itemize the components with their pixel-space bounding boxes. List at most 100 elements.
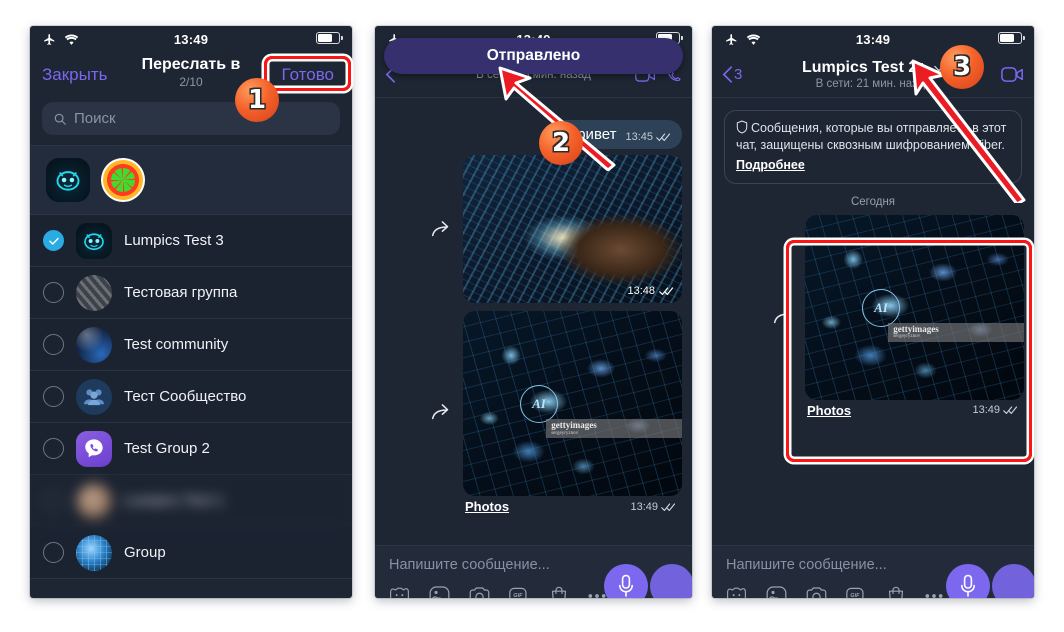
checkbox[interactable] <box>43 386 64 407</box>
message-meta: 13:48 <box>627 285 674 297</box>
forward-arrow-icon[interactable] <box>431 220 453 238</box>
selected-avatar-lime[interactable] <box>101 158 145 202</box>
sticker-icon[interactable] <box>389 587 410 598</box>
close-button[interactable]: Закрыть <box>42 65 107 85</box>
list-item-label: Тест Сообщество <box>124 388 247 405</box>
learn-more-link[interactable]: Подробнее <box>736 157 1010 174</box>
watermark: gettyimages sergeyryzhov <box>546 419 682 438</box>
checkbox[interactable] <box>43 490 64 511</box>
microphone-icon <box>961 574 975 597</box>
list-item[interactable]: Тестовая группа <box>30 267 352 319</box>
media-bubble[interactable]: AI gettyimages sergeyryzhov <box>805 214 1024 400</box>
battery-icon <box>998 31 1025 47</box>
list-item-label: Lumpics Test 1 <box>124 492 224 509</box>
avatar <box>76 222 112 259</box>
list-item-label: Тестовая группа <box>124 284 238 301</box>
message-composer: Напишите сообщение... GIF <box>712 545 1034 598</box>
viber-icon <box>85 438 103 457</box>
gif-icon[interactable]: GIF <box>846 587 868 599</box>
photo-icon[interactable] <box>429 586 450 598</box>
media-caption: Photos 13:49 <box>805 400 1024 418</box>
gif-icon[interactable]: GIF <box>509 587 531 599</box>
media-bubble[interactable]: 13:48 <box>463 155 682 303</box>
avatar <box>76 534 112 571</box>
checkbox[interactable] <box>43 282 64 303</box>
avatar <box>76 274 112 311</box>
step-badge-2: 2 <box>539 121 583 165</box>
message-media-outgoing[interactable]: AI gettyimages sergeyryzhov Photos 13:49 <box>375 311 692 514</box>
search-wrapper: Поиск <box>30 98 352 145</box>
battery-icon <box>316 31 343 47</box>
shop-icon[interactable] <box>550 586 568 598</box>
read-receipt-icon <box>656 133 671 142</box>
list-item[interactable]: Test Group 2 <box>30 423 352 475</box>
chat-header-actions <box>1001 66 1024 83</box>
search-input[interactable]: Поиск <box>42 102 340 135</box>
status-bar-time: 13:49 <box>855 31 891 47</box>
message-time: 13:49 <box>630 500 658 513</box>
ai-circle-graphic: AI <box>861 288 900 327</box>
camera-icon[interactable] <box>469 586 490 599</box>
message-composer: Напишите сообщение... GIF <box>375 545 692 598</box>
list-item[interactable]: Тест Сообщество <box>30 371 352 423</box>
message-meta: 13:45 <box>625 131 671 143</box>
selected-avatar-cyanogen[interactable] <box>46 158 90 202</box>
media-caption: Photos 13:49 <box>463 496 682 514</box>
chat-body: Привет 13:45 13:48 AI gettyimages sergey… <box>375 98 692 545</box>
step-badge-3-label: 3 <box>952 52 972 82</box>
back-button[interactable]: 3 <box>722 66 742 83</box>
step-badge-1: 1 <box>235 78 279 122</box>
list-item-label: Test Group 2 <box>124 440 210 457</box>
chat-title-label: Lumpics Test 2+ <box>801 59 927 76</box>
video-call-icon[interactable] <box>1001 66 1024 83</box>
media-image-hands <box>463 155 682 303</box>
selected-avatars-row <box>30 145 352 215</box>
step-badge-2-label: 2 <box>551 128 571 158</box>
avatar <box>76 482 112 519</box>
message-text-outgoing[interactable]: Привет 13:45 <box>375 120 692 149</box>
sticker-icon[interactable] <box>726 587 747 598</box>
message-meta: 13:49 <box>972 404 1018 416</box>
forward-arrow-icon[interactable] <box>773 307 795 325</box>
message-media-outgoing[interactable]: 13:48 <box>375 155 692 303</box>
step-badge-3: 3 <box>940 45 984 89</box>
shop-icon[interactable] <box>887 586 905 598</box>
chat-header-center[interactable]: Lumpics Test 2+ В сети: 21 мин. назад <box>712 59 1034 90</box>
checkbox[interactable] <box>43 542 64 563</box>
watermark-label: gettyimages <box>893 323 939 334</box>
list-item[interactable]: Test community <box>30 319 352 371</box>
voice-record-button-secondary[interactable] <box>650 564 692 598</box>
toast-label: Отправлено <box>486 47 581 64</box>
watermark-label: gettyimages <box>551 420 597 431</box>
svg-text:GIF: GIF <box>850 593 860 598</box>
list-item[interactable]: Lumpics Test 1 <box>30 475 352 527</box>
read-receipt-icon <box>661 502 676 511</box>
media-bubble[interactable]: AI gettyimages sergeyryzhov <box>463 311 682 496</box>
voice-record-button-secondary[interactable] <box>992 564 1034 598</box>
forward-arrow-icon[interactable] <box>431 404 453 421</box>
list-item[interactable]: Lumpics Test 3 <box>30 215 352 267</box>
camera-icon[interactable] <box>806 586 827 599</box>
media-bubble-wrap: AI gettyimages sergeyryzhov Photos 13:49 <box>805 214 1024 418</box>
checkbox-selected[interactable] <box>43 230 64 251</box>
message-meta: 13:49 <box>630 501 676 513</box>
media-caption-label[interactable]: Photos <box>465 499 509 514</box>
done-button[interactable]: Готово <box>276 62 341 88</box>
message-media-outgoing[interactable]: AI gettyimages sergeyryzhov Photos 13:49 <box>712 214 1034 418</box>
more-icon[interactable] <box>924 592 944 599</box>
message-time: 13:49 <box>972 404 1000 416</box>
read-receipt-icon <box>659 287 674 296</box>
media-caption-label[interactable]: Photos <box>807 403 851 418</box>
message-time: 13:45 <box>625 131 653 143</box>
media-image-ai: AI <box>805 214 1024 400</box>
photo-icon[interactable] <box>766 586 787 598</box>
list-item[interactable]: Group <box>30 527 352 579</box>
checkbox[interactable] <box>43 334 64 355</box>
status-bar: 13:49 <box>30 26 352 52</box>
search-icon <box>54 113 66 125</box>
chat-body: Сообщения, которые вы отправляете в этот… <box>712 98 1034 545</box>
chat-list: Lumpics Test 3 Тестовая группа Test comm… <box>30 215 352 579</box>
checkbox[interactable] <box>43 438 64 459</box>
chat-title: Lumpics Test 2+ <box>712 59 1034 77</box>
group-people-icon <box>84 388 104 405</box>
